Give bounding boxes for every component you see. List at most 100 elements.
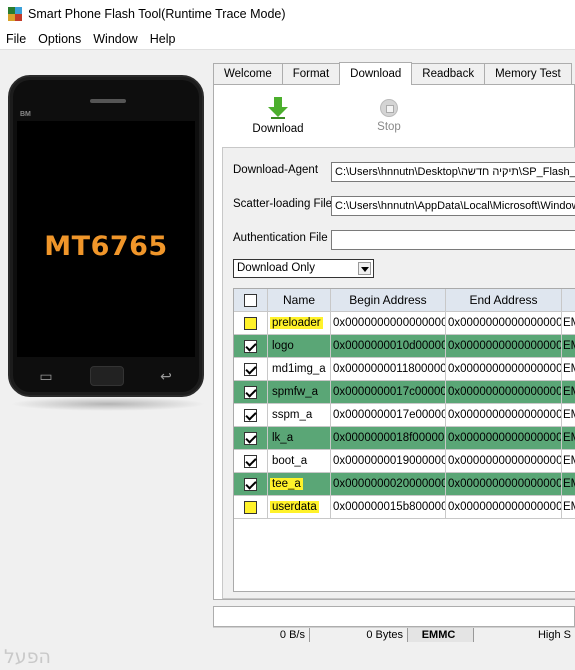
begin-address: 0x000000015b800000 — [331, 496, 446, 519]
location: EM — [562, 358, 575, 381]
app-icon — [8, 7, 22, 21]
end-address: 0x0000000000000000 — [446, 335, 562, 358]
status-storage: EMMC — [408, 628, 474, 642]
end-address: 0x0000000000000000 — [446, 404, 562, 427]
download-agent-label: Download-Agent — [233, 164, 319, 176]
table-row[interactable]: lk_a 0x0000000018f00000 0x0000000000000000… — [234, 427, 575, 450]
partition-name: boot_a — [268, 450, 331, 473]
download-mode-select[interactable]: Download Only — [233, 259, 374, 278]
phone-brand: BM — [20, 111, 31, 118]
partition-name: lk_a — [268, 427, 331, 450]
partition-name: preloader — [268, 312, 331, 335]
location: EM — [562, 381, 575, 404]
row-checkbox[interactable] — [244, 316, 257, 330]
table-row[interactable]: md1img_a 0x0000000011800000 0x000000000000… — [234, 358, 575, 381]
select-all-checkbox[interactable] — [244, 293, 257, 307]
row-checkbox-cell[interactable] — [234, 473, 268, 496]
row-checkbox[interactable] — [244, 385, 257, 399]
phone-back-icon: ↩ — [160, 367, 172, 384]
row-checkbox[interactable] — [244, 408, 257, 422]
phone-shadow — [10, 397, 206, 411]
partition-name: tee_a — [268, 473, 331, 496]
partition-name-text: preloader — [270, 317, 323, 329]
partition-name: userdata — [268, 496, 331, 519]
tab-download[interactable]: Download — [339, 62, 413, 85]
table-header: Name Begin Address End Address — [234, 289, 575, 312]
table-row[interactable]: spmfw_a 0x0000000017c00000 0x0000000000000… — [234, 381, 575, 404]
begin-address: 0x0000000017e00000 — [331, 404, 446, 427]
row-checkbox[interactable] — [244, 362, 257, 376]
row-checkbox-cell[interactable] — [234, 450, 268, 473]
partition-table: Name Begin Address End Address preloader… — [233, 288, 575, 592]
menu-window[interactable]: Window — [87, 32, 143, 46]
menu-options[interactable]: Options — [32, 32, 87, 46]
begin-address: 0x0000000010d00000 — [331, 335, 446, 358]
header-end-address[interactable]: End Address — [446, 289, 562, 312]
header-select-all[interactable] — [234, 289, 268, 312]
chip-label: MT6765 — [44, 231, 168, 262]
end-address: 0x0000000000000000 — [446, 381, 562, 404]
end-address: 0x0000000000000000 — [446, 473, 562, 496]
menu-file[interactable]: File — [0, 32, 32, 46]
table-row[interactable]: userdata 0x000000015b800000 0x000000000000… — [234, 496, 575, 519]
table-row[interactable]: preloader 0x0000000000000000 0x00000000000… — [234, 312, 575, 335]
chevron-down-icon — [358, 262, 371, 275]
begin-address: 0x0000000000000000 — [331, 312, 446, 335]
download-agent-field[interactable]: C:\Users\hnnutn\Desktop\תיקיה חדשה\SP_Fl… — [331, 162, 575, 182]
row-checkbox-cell[interactable] — [234, 496, 268, 519]
row-checkbox-cell[interactable] — [234, 404, 268, 427]
auth-file-field[interactable] — [331, 230, 575, 250]
location: EM — [562, 496, 575, 519]
status-bar: 0 B/s 0 Bytes EMMC High S — [213, 627, 575, 642]
partition-name-text: lk_a — [272, 432, 294, 444]
partition-name-text: boot_a — [272, 455, 308, 467]
row-checkbox[interactable] — [244, 454, 257, 468]
row-checkbox[interactable] — [244, 339, 257, 353]
row-checkbox[interactable] — [244, 477, 257, 491]
phone-speaker — [90, 99, 126, 103]
header-begin-address[interactable]: Begin Address — [331, 289, 446, 312]
auth-file-label: Authentication File — [233, 232, 328, 244]
scatter-file-field[interactable]: C:\Users\hnnutn\AppData\Local\Microsoft\… — [331, 196, 575, 216]
tab-memory-test[interactable]: Memory Test — [484, 63, 572, 84]
partition-name-text: md1img_a — [272, 363, 326, 375]
tab-bar: Welcome Format Download Readback Memory … — [213, 62, 572, 85]
header-name[interactable]: Name — [268, 289, 331, 312]
begin-address: 0x0000000017c00000 — [331, 381, 446, 404]
stop-button[interactable]: Stop — [359, 97, 419, 133]
tab-welcome[interactable]: Welcome — [213, 63, 283, 84]
status-bytes: 0 Bytes — [310, 628, 408, 642]
partition-name-text: userdata — [270, 501, 319, 513]
download-mode-value: Download Only — [237, 262, 315, 274]
download-button[interactable]: Download — [248, 97, 308, 135]
row-checkbox-cell[interactable] — [234, 358, 268, 381]
table-row[interactable]: boot_a 0x0000000019000000 0x00000000000000… — [234, 450, 575, 473]
phone-screen: MT6765 — [17, 121, 195, 357]
tab-readback[interactable]: Readback — [411, 63, 486, 84]
end-address: 0x0000000000000000 — [446, 427, 562, 450]
table-row[interactable]: sspm_a 0x0000000017e00000 0x00000000000000… — [234, 404, 575, 427]
partition-name-text: sspm_a — [272, 409, 313, 421]
table-row[interactable]: tee_a 0x0000000020000000 0x000000000000000… — [234, 473, 575, 496]
end-address: 0x0000000000000000 — [446, 496, 562, 519]
partition-name-text: logo — [272, 340, 294, 352]
row-checkbox-cell[interactable] — [234, 335, 268, 358]
window-title: Smart Phone Flash Tool(Runtime Trace Mod… — [28, 7, 286, 21]
table-row[interactable]: logo 0x0000000010d00000 0x0000000000000000… — [234, 335, 575, 358]
scatter-file-label: Scatter-loading File — [233, 198, 333, 210]
row-checkbox-cell[interactable] — [234, 427, 268, 450]
title-bar: Smart Phone Flash Tool(Runtime Trace Mod… — [0, 0, 575, 28]
row-checkbox-cell[interactable] — [234, 381, 268, 404]
activation-watermark: הפעל — [4, 646, 51, 668]
phone-image: BM MT6765 ▭ ↩ — [8, 75, 204, 397]
row-checkbox-cell[interactable] — [234, 312, 268, 335]
row-checkbox[interactable] — [244, 500, 257, 514]
menu-help[interactable]: Help — [144, 32, 182, 46]
location: EM — [562, 450, 575, 473]
row-checkbox[interactable] — [244, 431, 257, 445]
begin-address: 0x0000000020000000 — [331, 473, 446, 496]
download-settings: Download-Agent C:\Users\hnnutn\Desktop\ת… — [222, 147, 575, 599]
header-location[interactable] — [562, 289, 575, 312]
location: EM — [562, 473, 575, 496]
tab-format[interactable]: Format — [281, 63, 341, 84]
